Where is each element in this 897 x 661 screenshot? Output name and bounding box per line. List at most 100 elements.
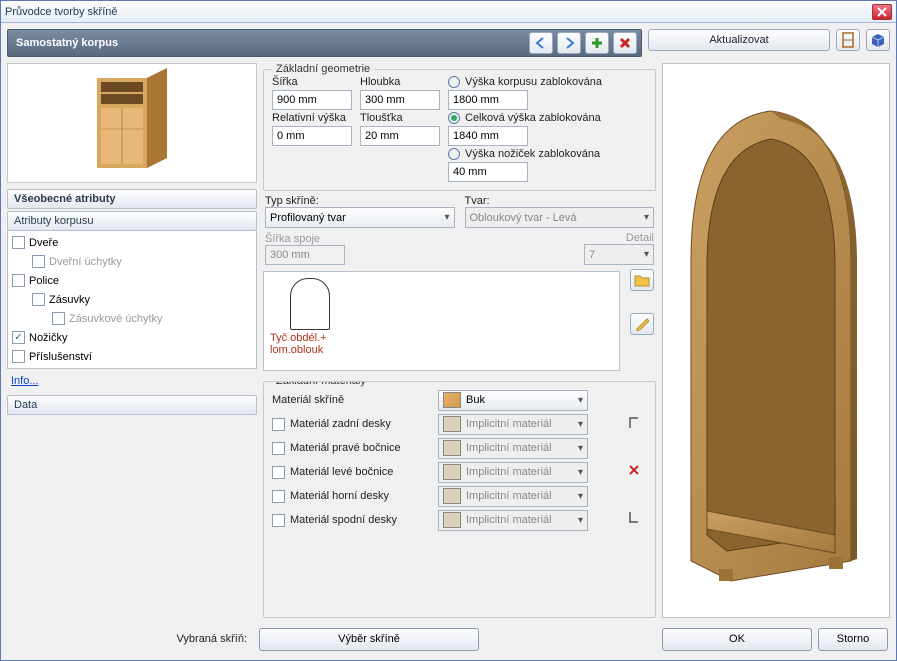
checkbox[interactable] — [272, 418, 285, 431]
checkbox[interactable] — [52, 312, 65, 325]
window-title: Průvodce tvorby skříně — [5, 6, 872, 18]
subtitle-bar: Samostatný korpus — [7, 29, 642, 57]
choose-cabinet-button[interactable]: Výběr skříně — [259, 628, 479, 651]
checkbox[interactable] — [272, 490, 285, 503]
material-swatch-icon — [443, 416, 461, 432]
material-dropdown[interactable]: Implicitní materiál — [438, 510, 588, 531]
feet-height-radio[interactable] — [448, 148, 460, 160]
edit-button[interactable] — [630, 313, 654, 335]
cabinet-material-label: Materiál skříně — [272, 394, 344, 406]
material-dropdown[interactable]: Implicitní materiál — [438, 438, 588, 459]
total-height-label: Celková výška zablokována — [465, 112, 601, 124]
attribute-row[interactable]: Nožičky — [8, 328, 256, 347]
close-icon[interactable] — [872, 4, 892, 20]
feet-height-label: Výška nožiček zablokována — [465, 148, 600, 160]
material-label: Materiál levé bočnice — [290, 466, 393, 478]
ok-button[interactable]: OK — [662, 628, 812, 651]
view3d-icon[interactable] — [866, 29, 890, 51]
depth-label: Hloubka — [360, 76, 440, 88]
material-label: Materiál horní desky — [290, 490, 389, 502]
material-swatch-icon — [443, 512, 461, 528]
thickness-input[interactable]: 20 mm — [360, 126, 440, 146]
attribute-label: Dveřní úchytky — [49, 256, 122, 268]
attribute-label: Příslušenství — [29, 351, 92, 363]
prev-button[interactable] — [529, 32, 553, 54]
delete-button[interactable] — [613, 32, 637, 54]
shape-dropdown[interactable]: Obloukový tvar - Levá — [465, 207, 655, 228]
attribute-row[interactable]: Dveřní úchytky — [8, 252, 256, 271]
attribute-label: Police — [29, 275, 59, 287]
material-row: Materiál zadní desky Implicitní materiál — [272, 412, 621, 436]
checkbox[interactable] — [32, 255, 45, 268]
next-button[interactable] — [557, 32, 581, 54]
profile-list[interactable]: Tyč obdél.+ lom.oblouk — [263, 271, 620, 371]
checkbox[interactable] — [12, 274, 25, 287]
info-link[interactable]: Info... — [7, 369, 257, 393]
rel-height-input[interactable]: 0 mm — [272, 126, 352, 146]
width-input[interactable]: 900 mm — [272, 90, 352, 110]
attribute-row[interactable]: Zásuvky — [8, 290, 256, 309]
checkbox[interactable] — [12, 350, 25, 363]
joint-width-input: 300 mm — [265, 245, 345, 265]
checkbox[interactable] — [272, 442, 285, 455]
materials-legend: Základní materiály — [272, 381, 370, 387]
width-label: Šířka — [272, 76, 352, 88]
cabinet-thumb-icon — [87, 68, 177, 178]
attribute-label: Dveře — [29, 237, 58, 249]
total-height-radio[interactable] — [448, 112, 460, 124]
subtitle-text: Samostatný korpus — [16, 37, 118, 49]
cabinet-type-label: Typ skříně: — [265, 195, 455, 207]
open-folder-button[interactable] — [630, 269, 654, 291]
material-dropdown[interactable]: Implicitní materiál — [438, 462, 588, 483]
checkbox[interactable] — [12, 236, 25, 249]
cancel-button[interactable]: Storno — [818, 628, 888, 651]
update-button[interactable]: Aktualizovat — [648, 29, 830, 51]
corpus-attributes-header[interactable]: Atributy korpusu — [7, 211, 257, 231]
thickness-label: Tloušťka — [360, 112, 440, 124]
corpus-height-label: Výška korpusu zablokována — [465, 76, 602, 88]
material-row: Materiál spodní desky Implicitní materiál — [272, 508, 621, 532]
bracket-top-icon — [628, 416, 640, 430]
material-swatch-icon — [443, 488, 461, 504]
material-dropdown[interactable]: Implicitní materiál — [438, 486, 588, 507]
profile-item[interactable]: Tyč obdél.+ lom.oblouk — [270, 278, 350, 356]
left-panel: Všeobecné atributy Atributy korpusu Dveř… — [7, 63, 257, 618]
arch-profile-icon — [290, 278, 330, 330]
material-row: Materiál horní desky Implicitní materiál — [272, 484, 621, 508]
corpus-height-radio[interactable] — [448, 76, 460, 88]
cabinet-icon[interactable] — [836, 29, 860, 51]
selected-cabinet-label: Vybraná skříň: — [9, 633, 253, 645]
preview-3d — [663, 64, 889, 617]
depth-input[interactable]: 300 mm — [360, 90, 440, 110]
corpus-height-input[interactable]: 1800 mm — [448, 90, 528, 110]
attribute-row[interactable]: Zásuvkové úchytky — [8, 309, 256, 328]
material-swatch-icon — [443, 440, 461, 456]
material-dropdown[interactable]: Implicitní materiál — [438, 414, 588, 435]
attribute-label: Zásuvky — [49, 294, 90, 306]
cabinet-material-dropdown[interactable]: Buk — [438, 390, 588, 411]
bracket-bottom-icon — [628, 510, 640, 524]
remove-material-icon[interactable] — [628, 464, 640, 476]
material-label: Materiál zadní desky — [290, 418, 391, 430]
feet-height-input[interactable]: 40 mm — [448, 162, 528, 182]
checkbox[interactable] — [12, 331, 25, 344]
attribute-row[interactable]: Police — [8, 271, 256, 290]
checkbox[interactable] — [272, 466, 285, 479]
checkbox[interactable] — [272, 514, 285, 527]
shape-label: Tvar: — [465, 195, 655, 207]
attribute-row[interactable]: Dveře — [8, 233, 256, 252]
attribute-label: Zásuvkové úchytky — [69, 313, 163, 325]
rel-height-label: Relativní výška — [272, 112, 352, 124]
data-header[interactable]: Data — [7, 395, 257, 415]
add-button[interactable] — [585, 32, 609, 54]
attribute-list: Dveře Dveřní úchytky Police Zásuvky Zásuvkov… — [7, 231, 257, 369]
cabinet-type-dropdown[interactable]: Profilovaný tvar — [265, 207, 455, 228]
checkbox[interactable] — [32, 293, 45, 306]
material-swatch-icon — [443, 464, 461, 480]
material-label: Materiál spodní desky — [290, 514, 397, 526]
toolbar: Samostatný korpus Aktualizovat — [7, 29, 890, 57]
total-height-input[interactable]: 1840 mm — [448, 126, 528, 146]
preview-panel[interactable] — [662, 63, 890, 618]
attribute-row[interactable]: Příslušenství — [8, 347, 256, 366]
general-attributes-header[interactable]: Všeobecné atributy — [7, 189, 257, 209]
